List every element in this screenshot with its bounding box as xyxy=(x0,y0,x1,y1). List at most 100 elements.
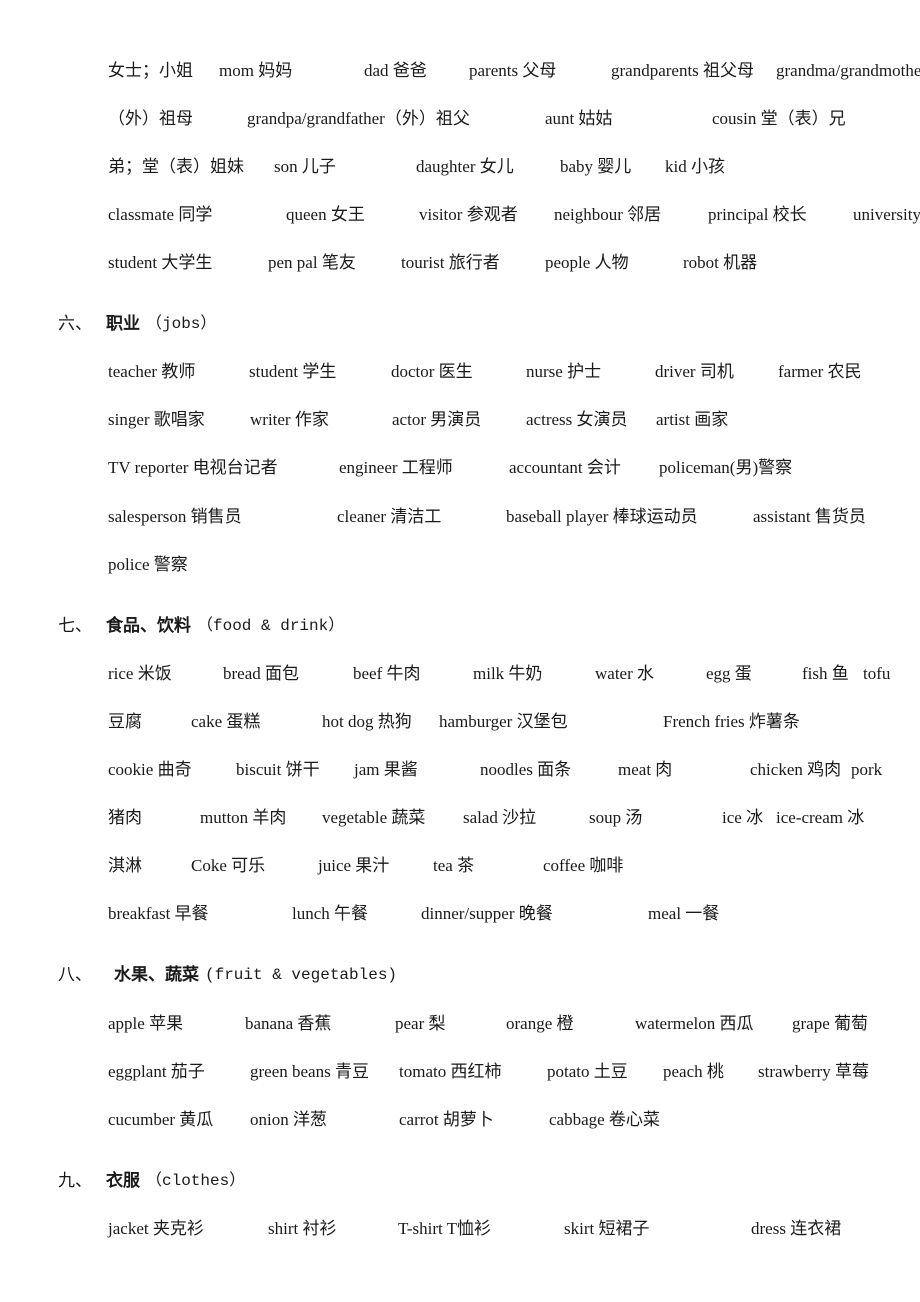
section-title: 水果、蔬菜 xyxy=(114,965,199,984)
vocabulary-entry: baseball player 棒球运动员 xyxy=(506,507,698,526)
vocabulary-entry: orange 橙 xyxy=(506,1014,574,1033)
vocabulary-entry: actress 女演员 xyxy=(526,410,628,429)
vocabulary-entry: 弟；堂（表）姐妹 xyxy=(108,157,244,176)
vocabulary-entry: noodles 面条 xyxy=(480,760,572,779)
vocabulary-entry: tomato 西红柿 xyxy=(399,1062,502,1081)
vocabulary-entry: green beans 青豆 xyxy=(250,1062,369,1081)
vocabulary-entry: son 儿子 xyxy=(274,157,336,176)
vocabulary-entry: student 学生 xyxy=(249,362,337,381)
vocabulary-entry: people 人物 xyxy=(545,253,629,272)
vocabulary-entry: apple 苹果 xyxy=(108,1014,184,1033)
vocabulary-entry: engineer 工程师 xyxy=(339,458,453,477)
vocabulary-entry: artist 画家 xyxy=(656,410,729,429)
section-english-title: （clothes） xyxy=(146,1172,246,1190)
vocabulary-entry: breakfast 早餐 xyxy=(108,904,209,923)
vocabulary-entry: skirt 短裙子 xyxy=(564,1219,650,1238)
vocabulary-entry: fish 鱼 xyxy=(802,664,849,683)
vocabulary-entry: T-shirt T恤衫 xyxy=(398,1219,492,1238)
vocabulary-entry: daughter 女儿 xyxy=(416,157,514,176)
vocabulary-entry: grandparents 祖父母 xyxy=(611,61,755,80)
vocabulary-entry: 猪肉 xyxy=(108,808,142,827)
vocabulary-entry: mutton 羊肉 xyxy=(200,808,287,827)
vocabulary-entry: assistant 售货员 xyxy=(753,507,866,526)
vocabulary-entry: singer 歌唱家 xyxy=(108,410,205,429)
vocabulary-entry: cabbage 卷心菜 xyxy=(549,1110,660,1129)
section-title: 职业 xyxy=(106,314,140,333)
vocabulary-entry: chicken 鸡肉 xyxy=(750,760,842,779)
vocabulary-entry: jam 果酱 xyxy=(354,760,418,779)
vocabulary-entry: driver 司机 xyxy=(655,362,734,381)
vocabulary-entry: carrot 胡萝卜 xyxy=(399,1110,494,1129)
vocabulary-entry: juice 果汁 xyxy=(318,856,390,875)
vocabulary-entry: cake 蛋糕 xyxy=(191,712,261,731)
vocabulary-entry: onion 洋葱 xyxy=(250,1110,327,1129)
vocabulary-entry: parents 父母 xyxy=(469,61,557,80)
vocabulary-entry: salesperson 销售员 xyxy=(108,507,242,526)
vocabulary-entry: grandma/grandmother xyxy=(776,61,920,80)
vocabulary-entry: TV reporter 电视台记者 xyxy=(108,458,278,477)
vocabulary-entry: mom 妈妈 xyxy=(219,61,293,80)
vocabulary-entry: cleaner 清洁工 xyxy=(337,507,442,526)
vocabulary-entry: hamburger 汉堡包 xyxy=(439,712,568,731)
vocabulary-entry: police 警察 xyxy=(108,555,188,574)
section-title: 食品、饮料 xyxy=(106,616,191,635)
vocabulary-entry: dinner/supper 晚餐 xyxy=(421,904,553,923)
vocabulary-entry: 豆腐 xyxy=(108,712,142,731)
vocabulary-entry: salad 沙拉 xyxy=(463,808,537,827)
section-number: 六、 xyxy=(58,314,92,333)
vocabulary-entry: meat 肉 xyxy=(618,760,673,779)
vocabulary-entry: grandpa/grandfather（外）祖父 xyxy=(247,109,470,128)
section-english-title: （jobs） xyxy=(146,315,217,333)
vocabulary-entry: tofu xyxy=(863,664,891,683)
vocabulary-entry: accountant 会计 xyxy=(509,458,621,477)
vocabulary-entry: rice 米饭 xyxy=(108,664,172,683)
vocabulary-entry: writer 作家 xyxy=(250,410,329,429)
vocabulary-entry: French fries 炸薯条 xyxy=(663,712,800,731)
vocabulary-entry: jacket 夹克衫 xyxy=(108,1219,204,1238)
vocabulary-entry: farmer 农民 xyxy=(778,362,862,381)
vocabulary-entry: biscuit 饼干 xyxy=(236,760,320,779)
vocabulary-entry: 淇淋 xyxy=(108,856,142,875)
vocabulary-entry: doctor 医生 xyxy=(391,362,473,381)
vocabulary-entry: ice-cream 冰 xyxy=(776,808,865,827)
vocabulary-entry: watermelon 西瓜 xyxy=(635,1014,754,1033)
vocabulary-entry: pen pal 笔友 xyxy=(268,253,356,272)
vocabulary-entry: tourist 旅行者 xyxy=(401,253,500,272)
vocabulary-entry: bread 面包 xyxy=(223,664,300,683)
vocabulary-entry: milk 牛奶 xyxy=(473,664,543,683)
section-number: 九、 xyxy=(58,1171,92,1190)
vocabulary-entry: nurse 护士 xyxy=(526,362,602,381)
vocabulary-entry: eggplant 茄子 xyxy=(108,1062,205,1081)
vocabulary-entry: teacher 教师 xyxy=(108,362,196,381)
vocabulary-entry: principal 校长 xyxy=(708,205,807,224)
vocabulary-entry: vegetable 蔬菜 xyxy=(322,808,426,827)
vocabulary-entry: university xyxy=(853,205,920,224)
vocabulary-entry: （外）祖母 xyxy=(108,109,193,128)
vocabulary-entry: kid 小孩 xyxy=(665,157,725,176)
vocabulary-entry: robot 机器 xyxy=(683,253,758,272)
vocabulary-entry: cousin 堂（表）兄 xyxy=(712,109,846,128)
vocabulary-entry: coffee 咖啡 xyxy=(543,856,624,875)
vocabulary-entry: dress 连衣裙 xyxy=(751,1219,842,1238)
vocabulary-entry: beef 牛肉 xyxy=(353,664,421,683)
vocabulary-entry: 女士；小姐 xyxy=(108,61,193,80)
section-english-title: （food & drink） xyxy=(197,617,345,635)
vocabulary-entry: hot dog 热狗 xyxy=(322,712,412,731)
vocabulary-entry: shirt 衬衫 xyxy=(268,1219,337,1238)
vocabulary-entry: neighbour 邻居 xyxy=(554,205,662,224)
vocabulary-entry: meal 一餐 xyxy=(648,904,720,923)
section-number: 七、 xyxy=(58,616,92,635)
vocabulary-entry: ice 冰 xyxy=(722,808,764,827)
vocabulary-entry: dad 爸爸 xyxy=(364,61,427,80)
vocabulary-entry: pork xyxy=(851,760,883,779)
vocabulary-entry: grape 葡萄 xyxy=(792,1014,869,1033)
vocabulary-entry: egg 蛋 xyxy=(706,664,752,683)
vocabulary-entry: peach 桃 xyxy=(663,1062,724,1081)
vocabulary-entry: soup 汤 xyxy=(589,808,643,827)
vocabulary-entry: pear 梨 xyxy=(395,1014,446,1033)
vocabulary-entry: classmate 同学 xyxy=(108,205,213,224)
vocabulary-entry: strawberry 草莓 xyxy=(758,1062,869,1081)
vocabulary-entry: cookie 曲奇 xyxy=(108,760,192,779)
vocabulary-entry: policeman(男)警察 xyxy=(659,458,793,477)
vocabulary-entry: actor 男演员 xyxy=(392,410,482,429)
